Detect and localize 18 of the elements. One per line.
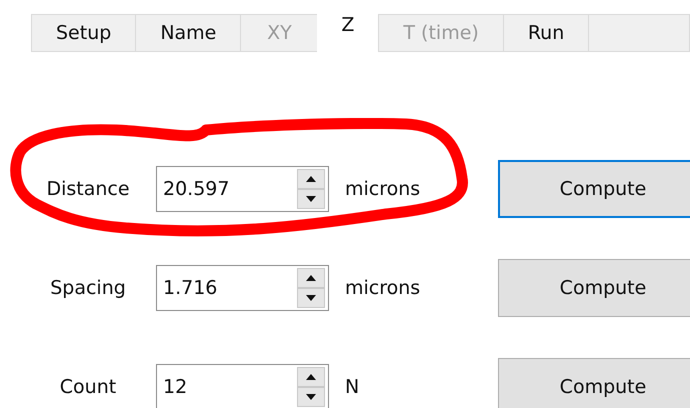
spinner-arrows-icon[interactable] [297,268,325,308]
unit-label: N [344,376,360,398]
tab[interactable]: Run [502,14,588,52]
tab[interactable]: Name [135,14,240,52]
compute-button[interactable]: Compute [498,358,690,408]
compute-button[interactable]: Compute [498,259,690,317]
tab[interactable]: Setup [31,14,136,52]
number-field[interactable]: 1.716 [156,265,329,311]
number-field[interactable]: 12 [156,364,329,408]
spinner-arrows-icon[interactable] [297,169,325,209]
unit-label: microns [344,277,422,299]
unit-label: microns [344,178,422,200]
number-field[interactable]: 20.597 [156,166,329,212]
field-label: Distance [45,178,131,200]
field-label: Count [58,376,118,398]
field-label: Spacing [49,277,127,299]
spinner-arrows-icon[interactable] [297,367,325,407]
compute-button[interactable]: Compute [498,160,690,218]
